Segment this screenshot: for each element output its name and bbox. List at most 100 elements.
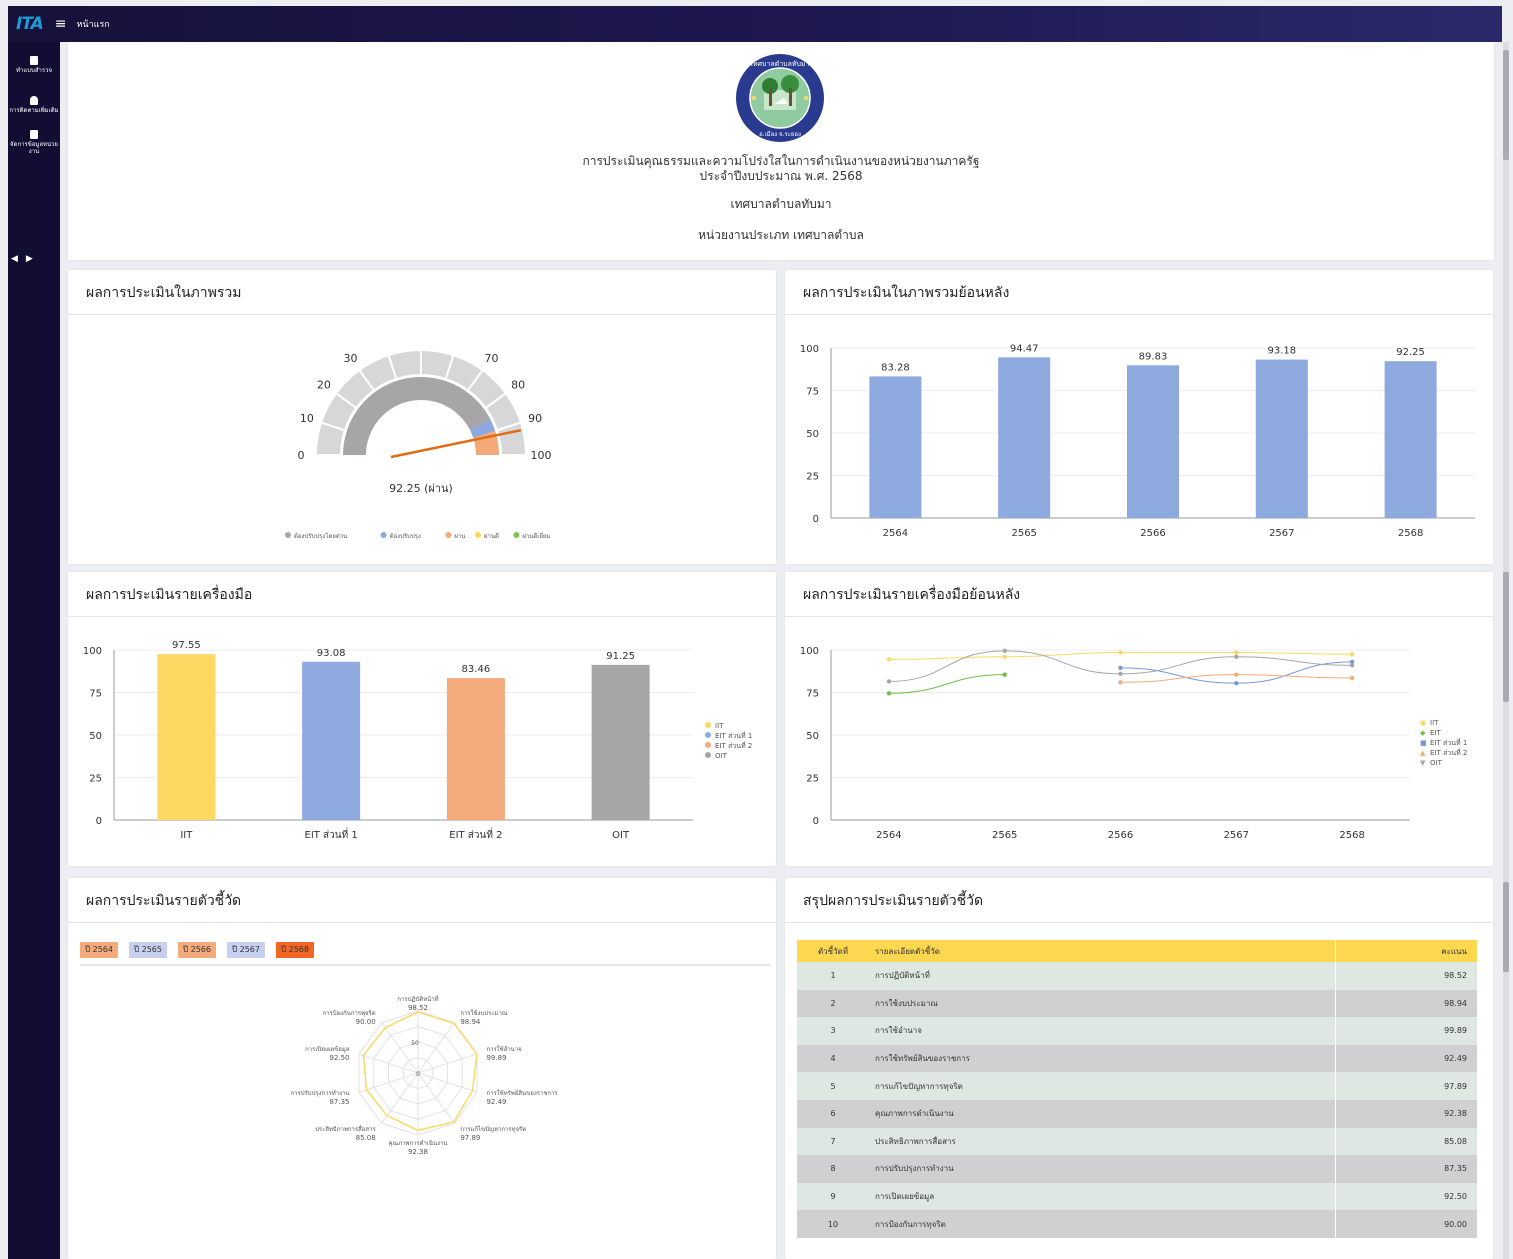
menu-toggle-icon[interactable]: ≡ [55,16,67,32]
year-tab-ปี-2568[interactable]: ปี 2568 [276,942,314,958]
data-point [1002,648,1007,654]
legend-marker: ▼ [1420,759,1426,767]
indicator-no-cell: 2 [797,989,869,1018]
indicator-detail-cell: การใช้อำนาจ [869,1017,1335,1045]
radar-value-label: 92.38 [408,1148,428,1156]
bar-value-label: 91.25 [606,651,635,662]
data-point [1118,671,1123,676]
indicator-no-cell: 1 [797,962,869,990]
legend-label: EIT ส่วนที่ 1 [1430,738,1467,747]
scrollbar-thumb[interactable] [1503,50,1509,160]
table-row: 10 การป้องกันการทุจริต 90.00 [797,1210,1477,1238]
y-tick-label: 25 [806,774,819,785]
radar-value-label: 99.89 [486,1054,506,1062]
indicator-score-cell: 99.89 [1334,1017,1477,1045]
card-title: ผลการประเมินในภาพรวม [86,285,242,301]
x-tick-label: 2564 [883,528,908,539]
indicator-no-cell: 6 [797,1099,869,1128]
history-card: ผลการประเมินในภาพรวมย้อนหลัง 0 25 50 75 100 8… [785,270,1493,564]
year-tab-ปี-2564[interactable]: ปี 2564 [80,942,118,958]
data-point [1002,654,1007,659]
x-tick-label: 2567 [1224,830,1249,841]
y-tick-label: 50 [806,731,819,742]
radar-axis-label: คุณภาพการดำเนินงาน [388,1140,447,1147]
page-scrollbar[interactable] [1503,42,1509,1259]
legend-label: IIT [1430,719,1439,727]
bar [302,661,361,820]
legend-label: ผ่านดี [484,532,499,540]
org-type: หน่วยงานประเภท เทศบาลตำบล [698,228,864,242]
tools-bar-chart: 0 25 50 75 100 97.55 IIT 93.08 EIT ส่วนที่ 1 83.4… [83,640,752,841]
year-tab-ปี-2566[interactable]: ปี 2566 [178,942,216,958]
legend-label: EIT ส่วนที่ 2 [715,741,752,750]
municipality-seal: เทศบาลตำบลทับมา อ.เมือง จ.ระยอง [736,54,824,142]
bar-value-label: 94.47 [1010,343,1039,354]
app-logo[interactable]: ITA [16,14,44,34]
legend-marker: ▲ [1420,749,1426,757]
indicator-score-cell: 92.49 [1334,1044,1477,1073]
bar [1384,361,1437,518]
indicator-detail-cell: การป้องกันการทุจริต [869,1210,1335,1238]
x-tick-label: 2564 [876,830,901,841]
legend-marker: ◆ [1420,729,1426,737]
radar-value-label: 85.08 [356,1134,376,1142]
scrollbar-thumb[interactable] [1503,882,1509,972]
gauge-tick-label: 0 [298,449,305,462]
gauge-tick-label: 70 [485,352,499,365]
card-title: ผลการประเมินในภาพรวมย้อนหลัง [803,285,1010,301]
y-tick-label: 75 [806,387,819,398]
sidebar-collapse-arrows[interactable]: ◀▶ [11,254,41,264]
gauge-tick-label: 90 [528,412,542,425]
data-point [1234,654,1239,659]
indicator-no-cell: 9 [797,1182,869,1211]
tools-history-line-chart: 0 25 50 75 100 2564 2565 2566 2567 2568 ● IIT ◆ EIT■ E… [800,646,1467,841]
series-line [888,674,1005,694]
data-point [1349,652,1355,657]
legend-dot [705,742,711,748]
breadcrumb-home[interactable]: หน้าแรก [77,17,110,31]
indicator-score-cell: 90.00 [1334,1210,1477,1238]
indicator-radar-chart: 050การปฏิบัติหน้าที่98.52การใช้งบประมาณ9… [291,995,559,1156]
legend-dot [513,532,520,538]
legend-marker: ● [1420,719,1426,727]
bar-value-label: 97.55 [172,640,201,651]
seal-text-bottom: อ.เมือง จ.ระยอง [759,130,801,138]
indicator-no-cell: 8 [797,1155,869,1183]
data-point [1118,650,1123,655]
indicator-detail-cell: การใช้ทรัพย์สินของราชการ [869,1044,1335,1073]
y-tick-label: 0 [96,816,102,827]
y-tick-label: 25 [89,774,102,785]
tools-history-card: ผลการประเมินรายเครื่องมือย้อนหลัง 0 25 50 7… [785,572,1493,866]
sidebar-item-org-data[interactable]: จัดการข้อมูลหน่วยงาน [8,130,60,155]
data-point [1002,672,1007,677]
scrollbar-thumb[interactable] [1503,572,1509,702]
data-point [1349,675,1355,681]
bar-value-label: 83.46 [462,664,491,675]
data-point [1118,680,1123,685]
radar-value-label: 87.35 [329,1098,349,1106]
y-tick-label: 100 [83,646,102,657]
legend-label: EIT ส่วนที่ 1 [715,731,752,740]
radar-axis-label: การใช้ทรัพย์สินของราชการ [486,1089,558,1097]
tools-card: ผลการประเมินรายเครื่องมือ 0 25 50 75 100 97.5… [68,572,776,866]
sidebar-item-followup[interactable]: การติดตามเพิ่มเติม [8,96,60,114]
radar-value-label: 98.94 [460,1018,481,1026]
year-tab-ปี-2567[interactable]: ปี 2567 [227,942,265,958]
indicator-score-cell: 92.50 [1334,1182,1477,1211]
indicator-score-cell: 85.08 [1334,1127,1477,1156]
indicator-score-cell: 98.94 [1334,989,1477,1018]
y-tick-label: 50 [89,731,102,742]
indicators-card: ผลการประเมินรายตัวชี้วัด ปี 2564 ปี 2565 ป… [68,878,776,1259]
legend-label: ผ่านดีเยี่ยม [522,532,550,540]
legend-label: EIT [1430,729,1441,737]
bar-value-label: 89.83 [1139,351,1168,362]
y-tick-label: 100 [800,344,819,355]
sidebar: ทำแบบสำรวจ การติดตามเพิ่มเติม จัดการข้อม… [8,42,60,1259]
table-row: 2 การใช้งบประมาณ 98.94 [797,989,1477,1018]
table-row: 5 การแก้ไขปัญหาการทุจริต 97.89 [797,1072,1477,1100]
y-tick-label: 25 [806,472,819,483]
year-tab-ปี-2565[interactable]: ปี 2565 [129,942,167,958]
indicator-detail-cell: การเปิดเผยข้อมูล [869,1182,1335,1211]
radar-value-label: 98.52 [408,1004,428,1012]
sidebar-item-survey[interactable]: ทำแบบสำรวจ [8,56,60,74]
